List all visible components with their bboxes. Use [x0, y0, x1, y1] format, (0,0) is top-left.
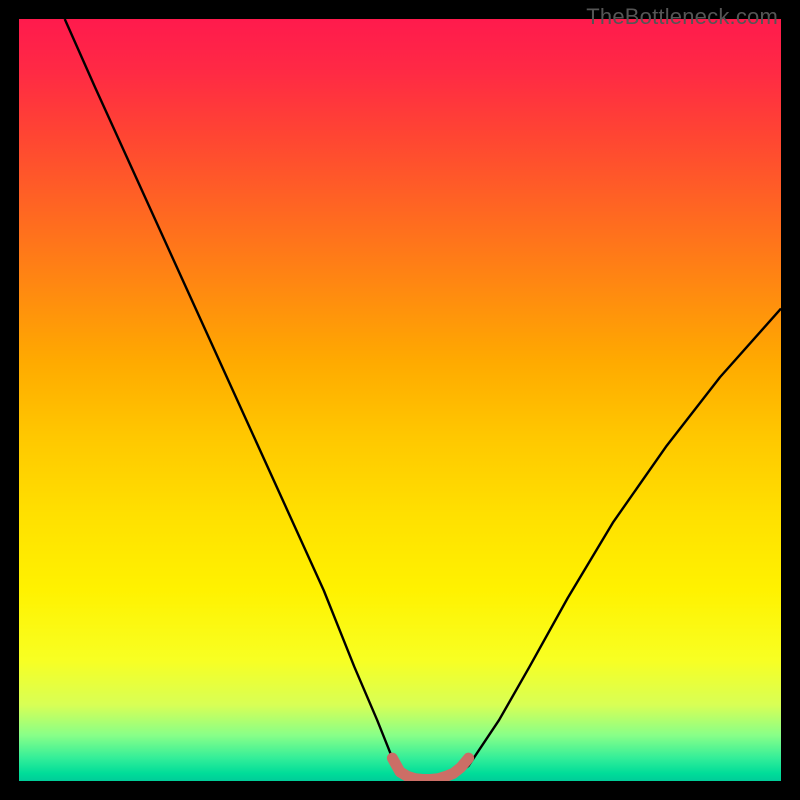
series-optimal-band — [392, 758, 468, 779]
watermark-text: TheBottleneck.com — [586, 4, 778, 30]
series-bottleneck-curve — [65, 19, 781, 779]
chart-svg — [19, 19, 781, 781]
series-group — [65, 19, 781, 779]
bottleneck-chart: TheBottleneck.com — [0, 0, 800, 800]
plot-area — [19, 19, 781, 781]
